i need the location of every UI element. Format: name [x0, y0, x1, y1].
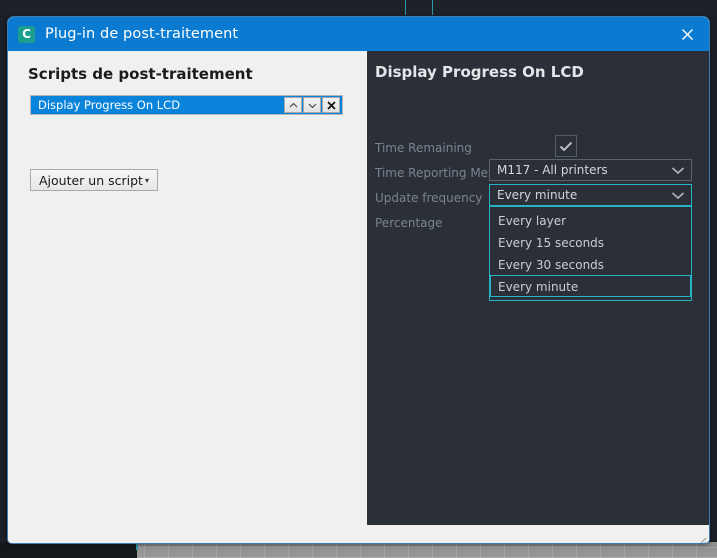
setting-label-percentage: Percentage	[375, 216, 443, 230]
setting-row-time-remaining: Time Remaining	[375, 136, 709, 160]
setting-label-time-reporting-method: Time Reporting Meth	[375, 166, 501, 180]
build-plate-left-shade	[0, 542, 137, 558]
dialog-titlebar[interactable]: C Plug-in de post-traitement	[8, 17, 709, 51]
close-x-icon[interactable]	[322, 97, 340, 113]
combobox-update-frequency[interactable]: Every minute	[489, 184, 692, 206]
dialog-body: Scripts de post-traitement Display Progr…	[8, 51, 709, 544]
chevron-down-icon: ▾	[144, 175, 149, 185]
dropdown-option[interactable]: Every 30 seconds	[490, 253, 691, 275]
chevron-up-icon[interactable]	[284, 97, 302, 113]
list-item[interactable]: Display Progress On LCD	[31, 96, 342, 114]
combobox-time-reporting-method[interactable]: M117 - All printers	[489, 159, 692, 181]
app-toolbar-strip	[0, 0, 717, 16]
add-script-label: Ajouter un script	[39, 172, 143, 188]
checkbox-time-remaining[interactable]	[555, 135, 577, 157]
script-name-label: Display Progress On LCD	[38, 98, 181, 112]
close-icon[interactable]	[665, 17, 709, 51]
combobox-time-reporting-method-value: M117 - All printers	[497, 163, 608, 177]
dropdown-option[interactable]: Every layer	[490, 209, 691, 231]
dropdown-update-frequency-options[interactable]: Every layer Every 15 seconds Every 30 se…	[489, 206, 692, 301]
toolbar-divider-1	[405, 0, 406, 15]
script-list[interactable]: Display Progress On LCD	[30, 95, 343, 115]
chevron-down-icon	[665, 191, 691, 200]
dropdown-option[interactable]: Every 15 seconds	[490, 231, 691, 253]
scripts-panel-heading: Scripts de post-traitement	[28, 65, 253, 83]
resize-grip[interactable]	[695, 532, 707, 543]
combobox-update-frequency-value: Every minute	[497, 188, 578, 202]
chevron-down-icon	[665, 166, 691, 175]
cura-logo-icon: C	[18, 25, 35, 43]
settings-panel-title: Display Progress On LCD	[375, 63, 584, 81]
toolbar-divider-2	[432, 0, 433, 15]
scripts-panel: Scripts de post-traitement Display Progr…	[8, 51, 367, 517]
dialog-title: Plug-in de post-traitement	[45, 26, 239, 42]
chevron-down-icon[interactable]	[303, 97, 321, 113]
close-button[interactable]: Fermer	[613, 543, 693, 544]
dropdown-option-selected[interactable]: Every minute	[490, 275, 691, 297]
dialog-footer: Fermer	[8, 525, 709, 544]
add-script-button[interactable]: Ajouter un script ▾	[30, 169, 158, 191]
setting-label-update-frequency: Update frequency	[375, 191, 483, 205]
setting-label-time-remaining: Time Remaining	[375, 141, 472, 155]
post-processing-dialog: C Plug-in de post-traitement Scripts de …	[7, 16, 710, 544]
